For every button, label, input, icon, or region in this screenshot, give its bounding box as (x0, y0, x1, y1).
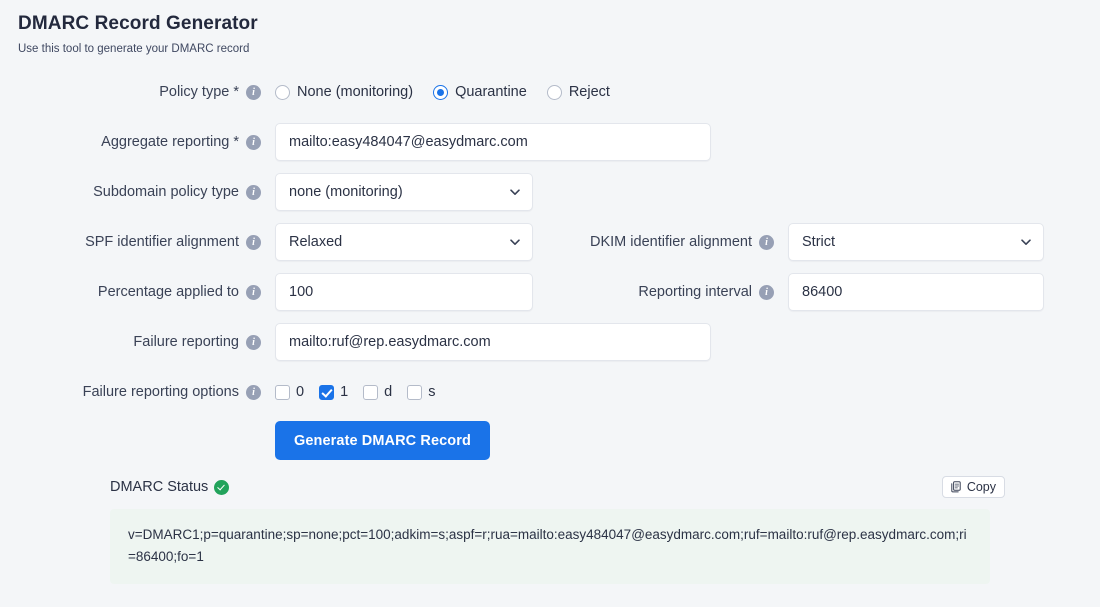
label-spf-alignment: SPF identifier alignment i (0, 234, 275, 250)
radio-policy-reject[interactable]: Reject (546, 84, 610, 100)
label-percentage-text: Percentage applied to (97, 284, 239, 300)
label-aggregate-reporting-text: Aggregate reporting * (101, 134, 239, 150)
row-policy-type: Policy type * i None (monitoring) Quaran… (0, 73, 1100, 111)
checkbox-label-0: 0 (296, 384, 305, 400)
failure-options-checkbox-group: 0 1 d s (275, 384, 435, 400)
generate-dmarc-record-button[interactable]: Generate DMARC Record (275, 421, 490, 460)
failure-reporting-input[interactable] (275, 323, 711, 361)
radio-circle-quarantine[interactable] (433, 84, 449, 100)
dkim-alignment-value[interactable]: Strict (788, 223, 1044, 261)
dmarc-form: Policy type * i None (monitoring) Quaran… (0, 73, 1100, 584)
radio-circle-reject[interactable] (546, 84, 562, 100)
aggregate-reporting-control (275, 123, 711, 161)
copy-icon (951, 481, 962, 493)
checkbox-option-0[interactable]: 0 (275, 384, 304, 400)
radio-policy-quarantine[interactable]: Quarantine (433, 84, 527, 100)
percentage-input[interactable] (275, 273, 533, 311)
radio-policy-none[interactable]: None (monitoring) (275, 84, 413, 100)
label-policy-type: Policy type * i (0, 84, 275, 100)
checkbox-box-d[interactable] (363, 384, 379, 400)
button-spacer (0, 421, 275, 460)
label-aggregate-reporting: Aggregate reporting * i (0, 134, 275, 150)
copy-button-label: Copy (966, 480, 996, 494)
checkbox-box-0[interactable] (275, 384, 290, 400)
row-percentage-interval: Percentage applied to i Reporting interv… (0, 273, 1100, 311)
checkbox-label-1: 1 (340, 384, 349, 400)
dmarc-status-label: DMARC Status (110, 479, 230, 495)
info-icon[interactable]: i (246, 284, 261, 300)
failure-options-control: 0 1 d s (275, 384, 435, 400)
info-icon[interactable]: i (246, 184, 261, 200)
page-title: DMARC Record Generator (18, 13, 258, 34)
label-percentage: Percentage applied to i (0, 284, 275, 300)
label-failure-reporting-options-text: Failure reporting options (82, 384, 239, 400)
radio-label-none: None (monitoring) (297, 84, 414, 100)
label-reporting-interval-text: Reporting interval (638, 284, 752, 300)
info-icon[interactable]: i (246, 334, 261, 350)
percentage-control (275, 273, 533, 311)
info-icon[interactable]: i (759, 284, 774, 300)
radio-label-reject: Reject (568, 84, 610, 100)
reporting-interval-input[interactable] (788, 273, 1044, 311)
label-subdomain-policy: Subdomain policy type i (0, 184, 275, 200)
info-icon[interactable]: i (246, 134, 261, 150)
spf-alignment-select[interactable]: Relaxed (275, 223, 533, 261)
dmarc-status-text: DMARC Status (110, 479, 209, 495)
row-generate-button: Generate DMARC Record (0, 421, 1100, 460)
dkim-alignment-select[interactable]: Strict (788, 223, 1044, 261)
failure-reporting-control (275, 323, 711, 361)
row-identifier-alignment: SPF identifier alignment i Relaxed DKIM … (0, 223, 1100, 261)
aggregate-reporting-input[interactable] (275, 123, 711, 161)
label-dkim-alignment: DKIM identifier alignment i (533, 234, 788, 250)
dmarc-record-output: v=DMARC1;p=quarantine;sp=none;pct=100;ad… (110, 509, 990, 584)
row-failure-reporting: Failure reporting i (0, 323, 1100, 361)
label-policy-type-text: Policy type * (159, 84, 239, 100)
check-circle-icon (214, 479, 230, 495)
dmarc-status-row: DMARC Status Copy (0, 474, 1100, 500)
copy-button[interactable]: Copy (941, 476, 1005, 498)
radio-circle-none[interactable] (275, 84, 290, 100)
spf-alignment-value[interactable]: Relaxed (275, 223, 533, 261)
page-subtitle: Use this tool to generate your DMARC rec… (18, 43, 250, 55)
checkbox-label-d: d (384, 384, 393, 400)
subdomain-policy-control: none (monitoring) (275, 173, 533, 211)
spf-alignment-control: Relaxed (275, 223, 533, 261)
policy-type-radio-group: None (monitoring) Quarantine Reject (275, 84, 610, 100)
row-subdomain-policy: Subdomain policy type i none (monitoring… (0, 173, 1100, 211)
policy-type-control: None (monitoring) Quarantine Reject (275, 84, 610, 100)
info-icon[interactable]: i (246, 384, 261, 400)
subdomain-policy-value[interactable]: none (monitoring) (275, 173, 533, 211)
radio-label-quarantine: Quarantine (455, 84, 527, 100)
dkim-alignment-control: Strict (788, 223, 1044, 261)
subdomain-policy-select[interactable]: none (monitoring) (275, 173, 533, 211)
label-dkim-alignment-text: DKIM identifier alignment (590, 234, 752, 250)
row-failure-reporting-options: Failure reporting options i 0 1 d s (0, 373, 1100, 411)
checkbox-box-1[interactable] (319, 384, 335, 400)
label-spf-alignment-text: SPF identifier alignment (85, 234, 239, 250)
label-failure-reporting-text: Failure reporting (133, 334, 239, 350)
label-failure-reporting: Failure reporting i (0, 334, 275, 350)
checkbox-label-s: s (428, 384, 436, 400)
reporting-interval-control (788, 273, 1044, 311)
label-reporting-interval: Reporting interval i (533, 284, 788, 300)
info-icon[interactable]: i (246, 84, 261, 100)
checkbox-option-d[interactable]: d (363, 384, 392, 400)
info-icon[interactable]: i (246, 234, 261, 250)
info-icon[interactable]: i (759, 234, 774, 250)
row-aggregate-reporting: Aggregate reporting * i (0, 123, 1100, 161)
checkbox-option-s[interactable]: s (407, 384, 435, 400)
checkbox-option-1[interactable]: 1 (319, 384, 348, 400)
page-header: DMARC Record Generator Use this tool to … (0, 12, 1100, 56)
label-subdomain-policy-text: Subdomain policy type (93, 184, 239, 200)
checkbox-box-s[interactable] (407, 384, 423, 400)
dmarc-record-generator-page: DMARC Record Generator Use this tool to … (0, 0, 1100, 607)
label-failure-reporting-options: Failure reporting options i (0, 384, 275, 400)
